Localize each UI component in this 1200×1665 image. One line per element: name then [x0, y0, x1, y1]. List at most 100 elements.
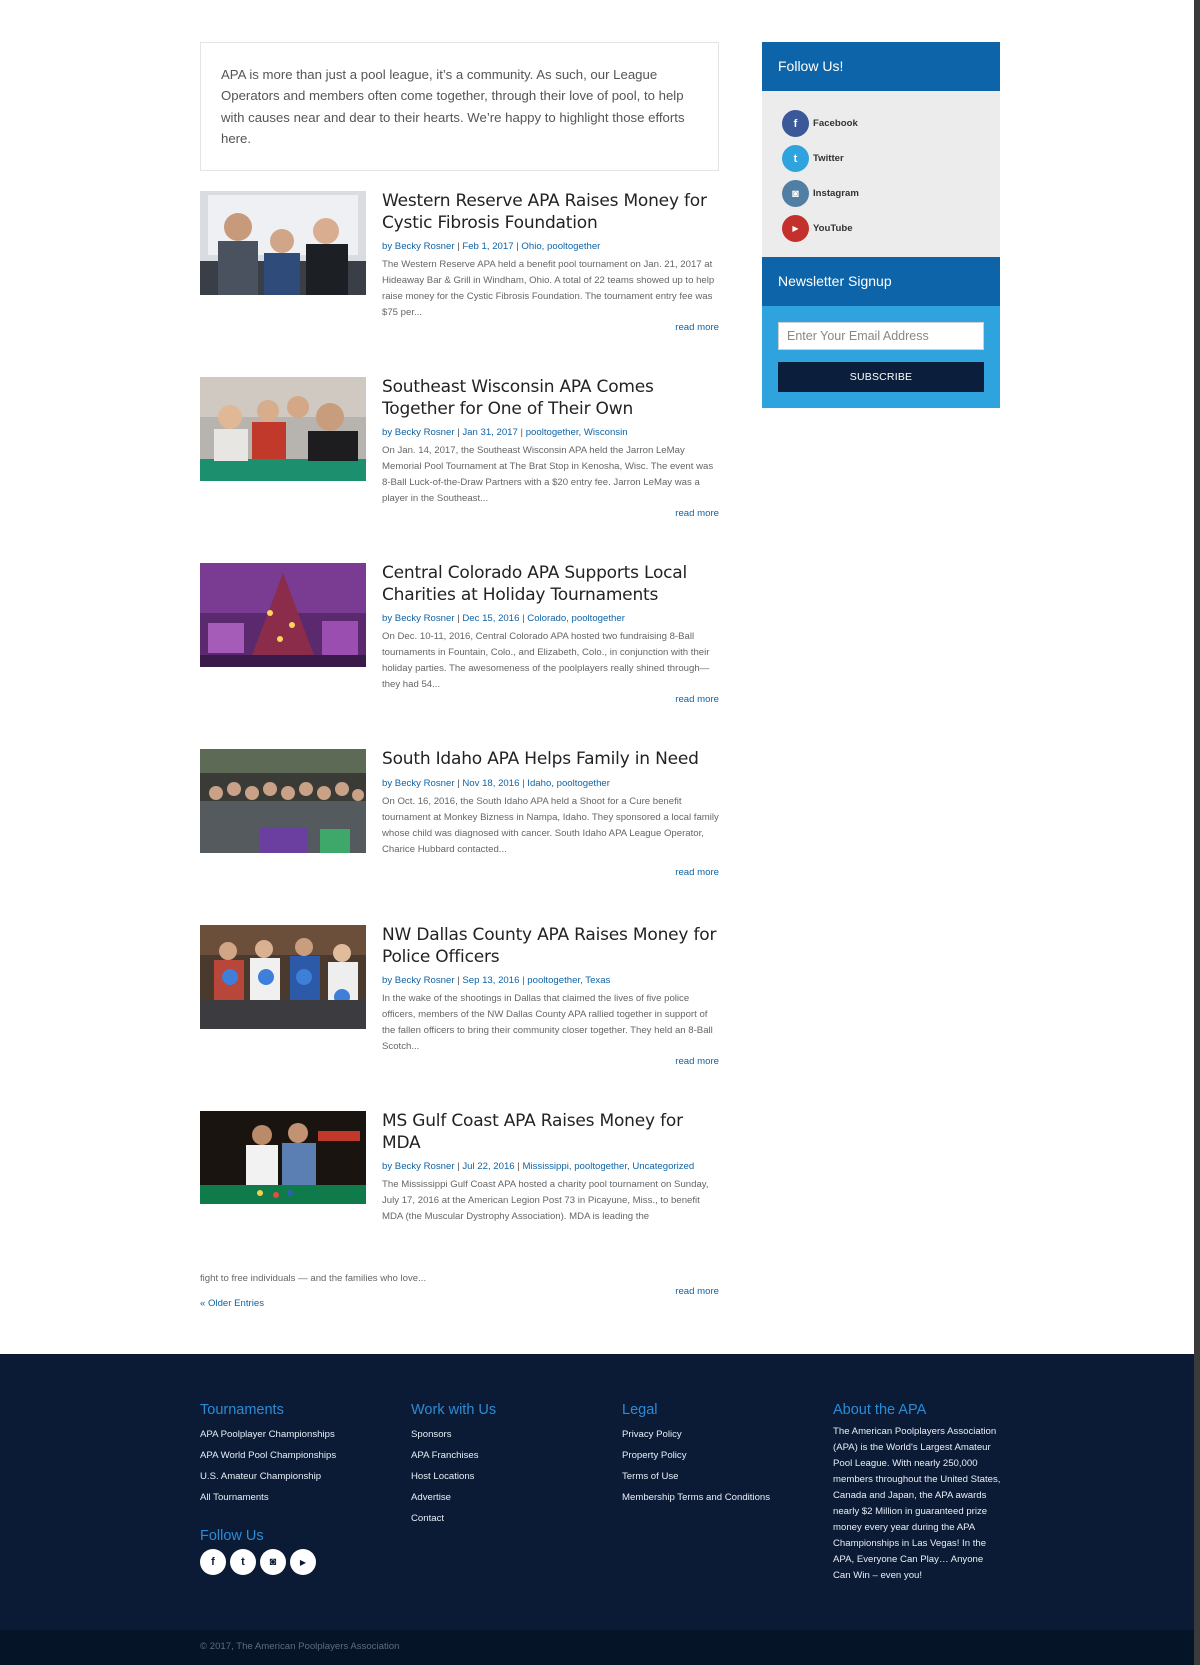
footer-heading: Tournaments [200, 1402, 284, 1418]
read-more-link[interactable]: read more [382, 694, 719, 705]
social-label: YouTube [813, 223, 853, 234]
post-category-links[interactable]: Idaho, pooltogether [527, 778, 610, 789]
instagram-icon: ◙ [782, 180, 809, 207]
social-link-twitter[interactable]: t Twitter [782, 141, 980, 176]
copyright-text: © 2017, The American Poolplayers Associa… [200, 1641, 400, 1652]
post-meta: by Becky Rosner | Dec 15, 2016 | Colorad… [382, 612, 719, 625]
footer-column-about: About the APA The American Poolplayers A… [833, 1402, 1003, 1584]
post-author-link[interactable]: by Becky Rosner [382, 613, 455, 624]
youtube-icon: ▶ [782, 215, 809, 242]
post-excerpt: In the wake of the shootings in Dallas t… [382, 993, 713, 1052]
post-thumbnail[interactable] [200, 191, 366, 295]
post-date: Feb 1, 2017 [462, 241, 514, 252]
youtube-icon[interactable]: ▶ [290, 1549, 316, 1575]
sidebar: Follow Us! f Facebook t Twitter ◙ Instag… [762, 42, 1000, 408]
post-date: Jul 22, 2016 [462, 1161, 515, 1172]
post-author-link[interactable]: by Becky Rosner [382, 427, 455, 438]
footer-social-icons: f t ◙ ▶ [200, 1549, 316, 1575]
post-excerpt: The Western Reserve APA held a benefit p… [382, 259, 715, 318]
read-more-link[interactable]: read more [675, 1286, 719, 1297]
footer-column-tournaments: Tournaments APA Poolplayer Championships… [200, 1402, 336, 1508]
footer-link[interactable]: Advertise [411, 1487, 496, 1508]
footer-link[interactable]: U.S. Amateur Championship [200, 1466, 336, 1487]
footer-column-legal: Legal Privacy Policy Property Policy Ter… [622, 1402, 770, 1508]
footer-link[interactable]: Terms of Use [622, 1466, 770, 1487]
social-link-youtube[interactable]: ▶ YouTube [782, 211, 980, 246]
post-thumbnail[interactable] [200, 563, 366, 667]
main-content: APA is more than just a pool league, it’… [200, 42, 719, 1297]
post-date: Jan 31, 2017 [462, 427, 518, 438]
social-link-facebook[interactable]: f Facebook [782, 106, 980, 141]
twitter-icon[interactable]: t [230, 1549, 256, 1575]
post-category-links[interactable]: Ohio, pooltogether [521, 241, 600, 252]
post-excerpt: On Oct. 16, 2016, the South Idaho APA he… [382, 795, 719, 855]
footer-link[interactable]: APA World Pool Championships [200, 1445, 336, 1466]
post-title[interactable]: Southeast Wisconsin APA Comes Together f… [382, 377, 719, 420]
post-title[interactable]: Central Colorado APA Supports Local Char… [382, 563, 719, 606]
older-entries-link[interactable]: « Older Entries [200, 1298, 264, 1309]
post-meta: by Becky Rosner | Jul 22, 2016 | Mississ… [382, 1160, 719, 1173]
footer-link[interactable]: All Tournaments [200, 1487, 336, 1508]
twitter-icon: t [782, 145, 809, 172]
footer-link[interactable]: APA Franchises [411, 1445, 496, 1466]
post-excerpt: On Dec. 10-11, 2016, Central Colorado AP… [382, 631, 710, 690]
post-thumbnail[interactable] [200, 377, 366, 481]
about-text: The American Poolplayers Association (AP… [833, 1426, 1001, 1581]
post-thumbnail[interactable] [200, 749, 366, 853]
read-more-link[interactable]: read more [382, 322, 719, 333]
post-author-link[interactable]: by Becky Rosner [382, 975, 455, 986]
post-author-link[interactable]: by Becky Rosner [382, 1161, 455, 1172]
newsletter-widget-title: Newsletter Signup [762, 257, 1000, 306]
post-title[interactable]: MS Gulf Coast APA Raises Money for MDA [382, 1111, 719, 1154]
email-input[interactable]: Enter Your Email Address [778, 322, 984, 350]
intro-text: APA is more than just a pool league, it’… [221, 67, 685, 147]
post-meta: by Becky Rosner | Sep 13, 2016 | pooltog… [382, 974, 719, 987]
social-link-instagram[interactable]: ◙ Instagram [782, 176, 980, 211]
post-title[interactable]: NW Dallas County APA Raises Money for Po… [382, 925, 719, 968]
post-meta: by Becky Rosner | Jan 31, 2017 | pooltog… [382, 426, 719, 439]
post-thumbnail[interactable] [200, 925, 366, 1029]
post-author-link[interactable]: by Becky Rosner [382, 778, 455, 789]
post-date: Dec 15, 2016 [462, 613, 520, 624]
facebook-icon: f [782, 110, 809, 137]
footer-heading: Legal [622, 1402, 658, 1418]
footer-link[interactable]: Membership Terms and Conditions [622, 1487, 770, 1508]
post-category-links[interactable]: Colorado, pooltogether [527, 613, 625, 624]
social-label: Facebook [813, 118, 858, 129]
footer-follow: Follow Us f t ◙ ▶ [200, 1528, 316, 1575]
post-date: Sep 13, 2016 [462, 975, 520, 986]
footer-link[interactable]: Property Policy [622, 1445, 770, 1466]
facebook-icon[interactable]: f [200, 1549, 226, 1575]
follow-widget-title: Follow Us! [762, 42, 1000, 91]
page-scrollbar[interactable] [1194, 0, 1200, 1665]
post-excerpt: On Jan. 14, 2017, the Southeast Wisconsi… [382, 445, 714, 504]
footer-link[interactable]: Contact [411, 1508, 496, 1529]
post-author-link[interactable]: by Becky Rosner [382, 241, 455, 252]
post-thumbnail[interactable] [200, 1111, 366, 1204]
post-title[interactable]: South Idaho APA Helps Family in Need [382, 749, 719, 771]
footer-link[interactable]: Host Locations [411, 1466, 496, 1487]
footer-link[interactable]: APA Poolplayer Championships [200, 1424, 336, 1445]
post-meta: by Becky Rosner | Feb 1, 2017 | Ohio, po… [382, 240, 719, 253]
social-label: Twitter [813, 153, 844, 164]
footer-heading: About the APA [833, 1402, 927, 1418]
post-date: Nov 18, 2016 [462, 777, 520, 789]
read-more-link[interactable]: read more [382, 867, 719, 878]
post-excerpt: The Mississippi Gulf Coast APA hosted a … [382, 1179, 709, 1222]
post-category-links[interactable]: pooltogether, Wisconsin [526, 427, 628, 438]
read-more-link[interactable]: read more [382, 508, 719, 519]
footer-link[interactable]: Privacy Policy [622, 1424, 770, 1445]
instagram-icon[interactable]: ◙ [260, 1549, 286, 1575]
site-footer: Tournaments APA Poolplayer Championships… [0, 1354, 1194, 1630]
post-title[interactable]: Western Reserve APA Raises Money for Cys… [382, 191, 719, 234]
post-category-links[interactable]: Mississippi, pooltogether, Uncategorized [522, 1161, 694, 1172]
intro-box: APA is more than just a pool league, it’… [200, 42, 719, 171]
read-more-link[interactable]: read more [382, 1056, 719, 1067]
footer-heading: Follow Us [200, 1528, 264, 1544]
post-category-links[interactable]: pooltogether, Texas [527, 975, 610, 986]
post-excerpt-continued: fight to free individuals — and the fami… [200, 1273, 427, 1284]
subscribe-button[interactable]: SUBSCRIBE [778, 362, 984, 392]
footer-heading: Work with Us [411, 1402, 497, 1418]
footer-link[interactable]: Sponsors [411, 1424, 496, 1445]
follow-widget: f Facebook t Twitter ◙ Instagram ▶ YouTu… [762, 91, 1000, 257]
